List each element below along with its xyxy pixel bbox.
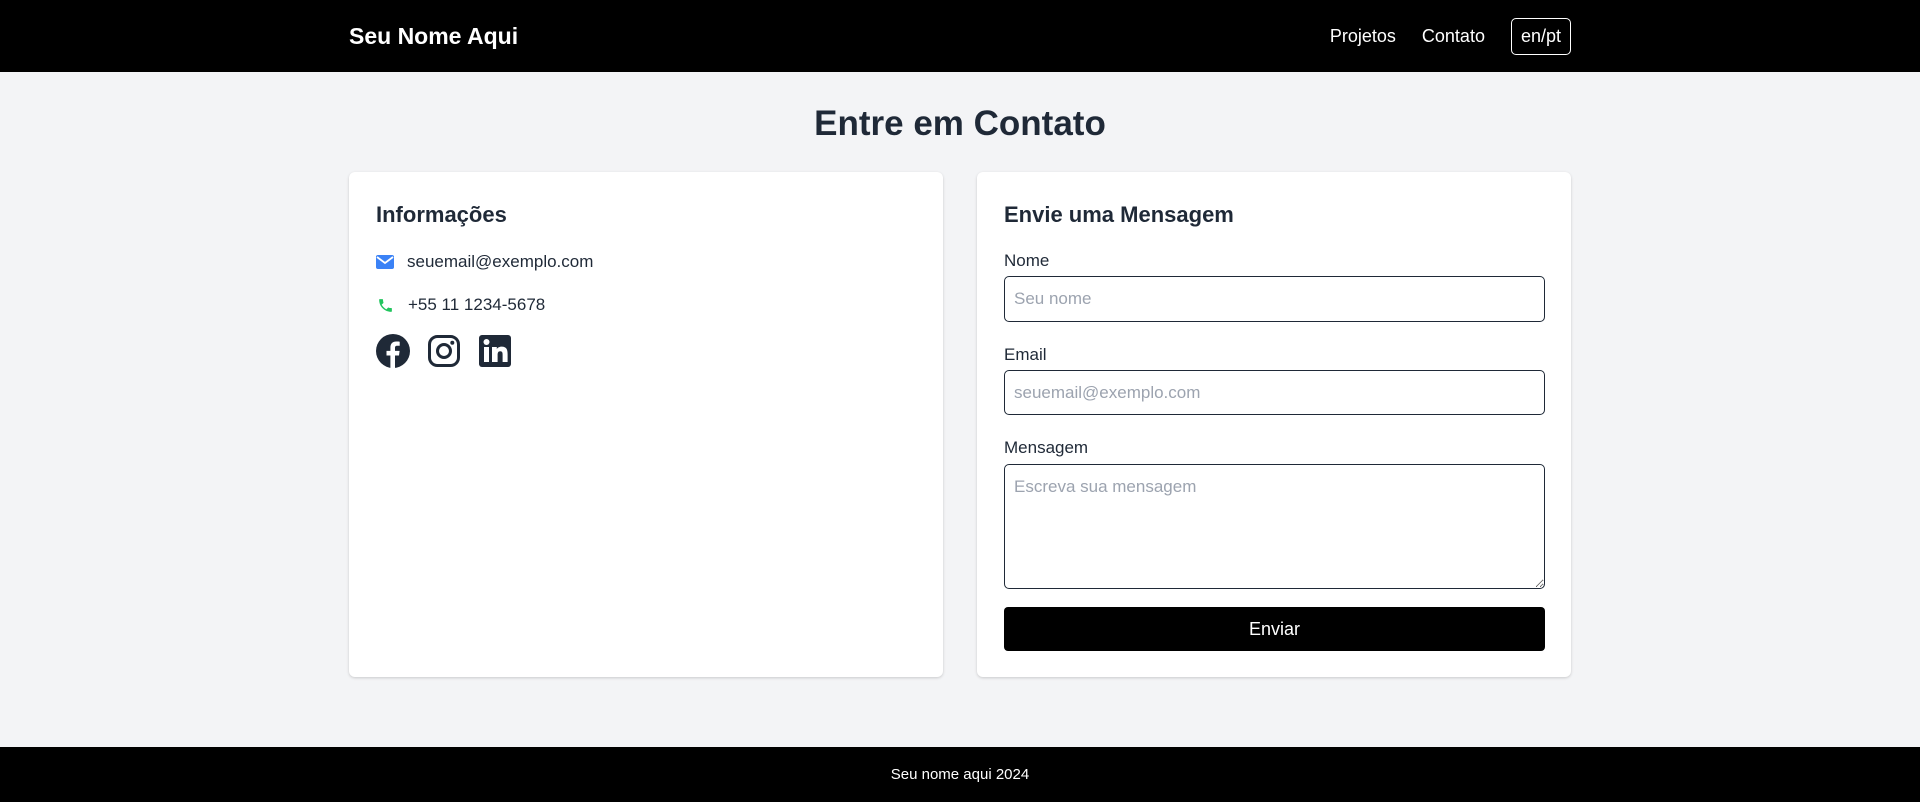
message-textarea[interactable]	[1004, 464, 1545, 589]
name-label: Nome	[1004, 251, 1050, 270]
footer-text: Seu nome aqui 2024	[890, 766, 1030, 783]
navbar-container: Seu Nome Aqui Projetos Contato en/pt	[349, 0, 1571, 72]
message-form-card: Envie uma Mensagem Nome Email Mensagem E…	[977, 172, 1571, 677]
form-card-title: Envie uma Mensagem	[1004, 202, 1234, 227]
phone-icon	[376, 296, 394, 314]
nav-link-projetos[interactable]: Projetos	[1330, 26, 1396, 47]
email-info-row: seuemail@exemplo.com	[376, 252, 593, 272]
social-links	[376, 334, 529, 368]
info-card: Informações seuemail@exemplo.com +55 11 …	[349, 172, 943, 677]
language-toggle-button[interactable]: en/pt	[1510, 17, 1571, 55]
phone-info-row: +55 11 1234-5678	[376, 295, 545, 315]
page-title: Entre em Contato	[814, 104, 1106, 143]
send-button[interactable]: Enviar	[1004, 607, 1545, 651]
name-input[interactable]	[1004, 276, 1545, 322]
contact-phone-text: +55 11 1234-5678	[408, 295, 546, 314]
envelope-icon	[376, 253, 394, 271]
email-input[interactable]	[1004, 370, 1545, 415]
top-navbar: Seu Nome Aqui Projetos Contato en/pt	[0, 0, 1920, 72]
nav-link-contato[interactable]: Contato	[1422, 26, 1485, 47]
brand-name[interactable]: Seu Nome Aqui	[349, 23, 518, 50]
contact-email-text: seuemail@exemplo.com	[407, 252, 594, 271]
main-nav: Projetos Contato en/pt	[1304, 17, 1571, 55]
page-footer: Seu nome aqui 2024	[0, 747, 1920, 802]
message-label: Mensagem	[1004, 438, 1089, 457]
info-card-title: Informações	[376, 202, 507, 227]
email-label: Email	[1004, 345, 1047, 364]
instagram-icon[interactable]	[427, 334, 461, 368]
facebook-icon[interactable]	[376, 334, 410, 368]
linkedin-icon[interactable]	[478, 334, 512, 368]
